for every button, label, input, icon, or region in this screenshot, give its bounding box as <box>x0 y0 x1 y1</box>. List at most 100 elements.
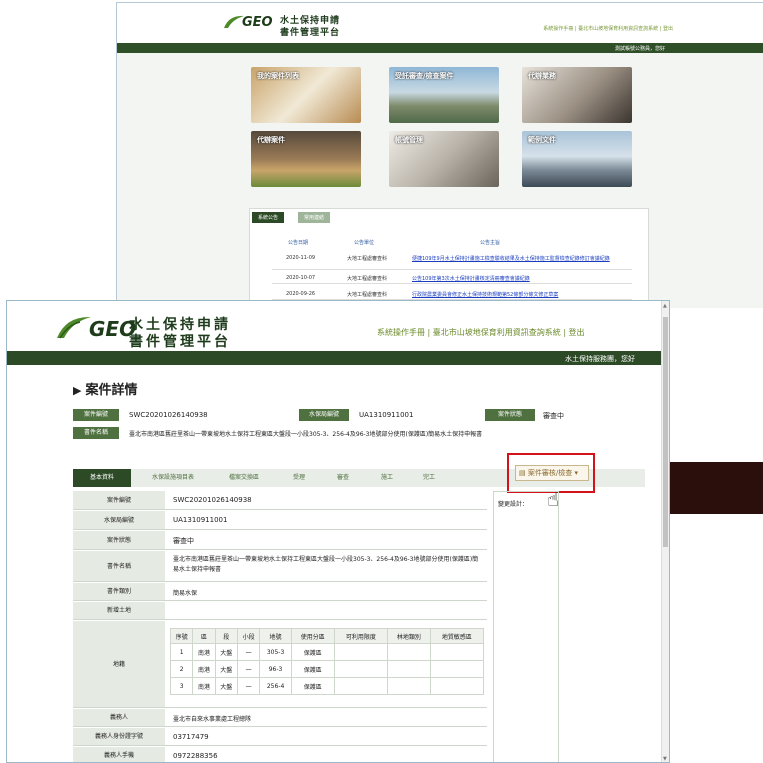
logo-line2: 書件管理平台 <box>280 28 341 38</box>
tile-label: 代辦業務 <box>528 72 556 80</box>
tab-basic[interactable]: 基本資料 <box>73 469 131 487</box>
table-row: 案件狀態 審查中 <box>73 531 487 550</box>
tab-accept[interactable]: 受理 <box>279 469 319 487</box>
land-cell: 1 <box>169 643 194 661</box>
page-title: ▶ 案件詳情 <box>73 379 137 398</box>
land-cell: 一 <box>236 660 261 678</box>
tile-review-cases[interactable]: 受託審查/檢查案件 <box>389 67 499 123</box>
land-col: 小段 <box>236 628 261 644</box>
news-subject-link[interactable]: 便捷109年9月水土保持計畫施工檢查驗收結果及水土保持施工監督檢查紀錄修訂會議紀… <box>412 255 622 262</box>
name-label: 書件名稱 <box>73 427 119 439</box>
greeting-bar: 測試帳號公務員，您好 <box>117 43 763 53</box>
tab-construction[interactable]: 施工 <box>367 469 407 487</box>
audit-button[interactable]: ▤ 案件審核/檢查 ▾ <box>515 465 589 481</box>
row-label: 書件名稱 <box>73 551 165 581</box>
scroll-down-icon[interactable]: ▼ <box>663 756 667 762</box>
news-row: 2020-10-07 大地工程處審查科 公告109年第3次水土保持計畫核定清冊審… <box>272 271 632 284</box>
top-links[interactable]: 系統操作手冊 | 臺北市山坡地保育利用資訊查詢系統 | 登出 <box>377 327 585 338</box>
land-cell <box>333 643 388 661</box>
row-label: 義務人手機 <box>73 747 165 762</box>
tab-review[interactable]: 審查 <box>323 469 363 487</box>
land-col: 區 <box>192 628 216 644</box>
document-icon: ▤ <box>519 469 526 477</box>
land-cell <box>386 677 431 695</box>
land-cell <box>333 660 388 678</box>
vertical-scrollbar[interactable]: ▲ ▼ <box>661 301 669 762</box>
land-cell: 一 <box>236 677 261 695</box>
row-label: 地籍 <box>73 621 165 707</box>
back-header: GEO 水土保持申請 書件管理平台 系統操作手冊 | 臺北市山坡地保育利用資訊查… <box>117 3 763 43</box>
land-col: 序號 <box>169 628 194 644</box>
tile-account[interactable]: 帳號管理 <box>389 131 499 187</box>
tile-label: 帳號管理 <box>395 136 423 144</box>
front-header: GEO 水土保持申請 書件管理平台 系統操作手冊 | 臺北市山坡地保育利用資訊查… <box>7 301 669 351</box>
land-cell: 3 <box>169 677 194 695</box>
tile-label: 我的案件列表 <box>257 72 299 80</box>
news-unit: 大地工程處審查科 <box>347 256 388 262</box>
row-label: 書件類別 <box>73 583 165 600</box>
row-label: 案件狀態 <box>73 531 165 549</box>
top-links[interactable]: 系統操作手冊 | 臺北市山坡地保育利用資訊查詢系統 | 登出 <box>543 25 673 32</box>
land-cell <box>386 660 431 678</box>
land-row: 3 南港 大盤 一 256-4 保護區 <box>169 677 485 695</box>
side-label: 變更設計： <box>498 501 529 508</box>
news-date: 2020-09-26 <box>286 291 316 297</box>
news-subject-link[interactable]: 行政院農業委員會修正水土保持技術規範第52條部分條文修正草案 <box>412 291 622 298</box>
land-cell: 南港 <box>192 643 216 661</box>
news-unit: 大地工程處審查科 <box>347 276 388 282</box>
row-value: 臺北市自來水事業處工程總隊 <box>173 716 252 723</box>
tab-links[interactable]: 常用連結 <box>298 212 331 223</box>
page-title-text: 案件詳情 <box>85 383 138 398</box>
row-label: 水保局編號 <box>73 511 165 529</box>
tile-label: 受託審查/檢查案件 <box>395 72 454 80</box>
land-cell <box>333 677 388 695</box>
caret-down-icon: ▾ <box>574 469 578 477</box>
side-panel: 變更設計： <box>493 491 559 762</box>
land-cell: 305-3 <box>259 643 292 661</box>
greeting: 測試帳號公務員，您好 <box>614 46 665 52</box>
row-value: 臺北市南港區舊莊里茶山一帶東坡地水土保持工程東區大盤段一小段305-3、256-… <box>173 556 479 573</box>
news-row: 2020-11-09 大地工程處審查科 便捷109年9月水土保持計畫施工檢查驗收… <box>272 251 632 270</box>
land-row: 2 南港 大盤 一 96-3 保護區 <box>169 660 485 678</box>
case-no-label: 案件編號 <box>73 409 119 421</box>
tile-my-cases[interactable]: 我的案件列表 <box>251 67 361 123</box>
land-cell: 大盤 <box>214 643 238 661</box>
land-cell: 大盤 <box>214 660 238 678</box>
news-subject-link[interactable]: 公告109年第3次水土保持計畫核定清冊審查會議紀錄 <box>412 275 622 282</box>
row-value: 審查中 <box>173 537 194 545</box>
row-value: 簡易水保 <box>173 590 198 597</box>
scroll-up-icon[interactable]: ▲ <box>663 303 667 309</box>
case-no-value: SWC20201026140938 <box>129 411 208 419</box>
tab-facilities[interactable]: 水保設施項目表 <box>135 469 211 487</box>
land-cell: 保護區 <box>290 643 335 661</box>
tile-label: 代辦案件 <box>257 136 285 144</box>
row-label: 義務人 <box>73 709 165 726</box>
row-label: 案件編號 <box>73 491 165 509</box>
tab-announcements[interactable]: 系統公告 <box>252 212 285 223</box>
scroll-thumb[interactable] <box>663 317 668 547</box>
table-row: 義務人手機 0972288356 <box>73 747 487 762</box>
land-cell <box>429 643 485 661</box>
land-header-row: 序號 區 段 小段 地號 使用分區 可利用限度 林地類別 地質敏感區 <box>169 628 485 644</box>
tile-agent-cases[interactable]: 代辦案件 <box>251 131 361 187</box>
triangle-icon: ▶ <box>73 384 82 397</box>
land-table: 序號 區 段 小段 地號 使用分區 可利用限度 林地類別 地質敏感區 1 南港 … <box>169 628 485 695</box>
land-col: 地質敏感區 <box>429 628 485 644</box>
land-row: 1 南港 大盤 一 305-3 保護區 <box>169 643 485 661</box>
tab-completion[interactable]: 完工 <box>409 469 449 487</box>
land-cell: 南港 <box>192 660 216 678</box>
audit-button-label: 案件審核/檢查 <box>527 469 573 477</box>
table-row: 書件名稱 臺北市南港區舊莊里茶山一帶東坡地水土保持工程東區大盤段一小段305-3… <box>73 551 487 582</box>
tile-samples[interactable]: 範例文件 <box>522 131 632 187</box>
greeting-bar: 水土保持服務團，您好 <box>7 351 663 365</box>
news-date: 2020-10-07 <box>286 275 316 281</box>
bureau-no-label: 水保局編號 <box>299 409 349 421</box>
news-row: 2020-09-26 大地工程處審查科 行政院農業委員會修正水土保持技術規範第5… <box>272 287 632 300</box>
col-date: 公告日期 <box>288 240 309 246</box>
logo-geo: GEO <box>242 15 273 30</box>
news-date: 2020-11-09 <box>286 255 316 261</box>
table-row: 書件類別 簡易水保 <box>73 583 487 601</box>
table-row: 案件編號 SWC20201026140938 <box>73 491 487 510</box>
tile-agency[interactable]: 代辦業務 <box>522 67 632 123</box>
tab-files[interactable]: 檔案交換區 <box>213 469 275 487</box>
